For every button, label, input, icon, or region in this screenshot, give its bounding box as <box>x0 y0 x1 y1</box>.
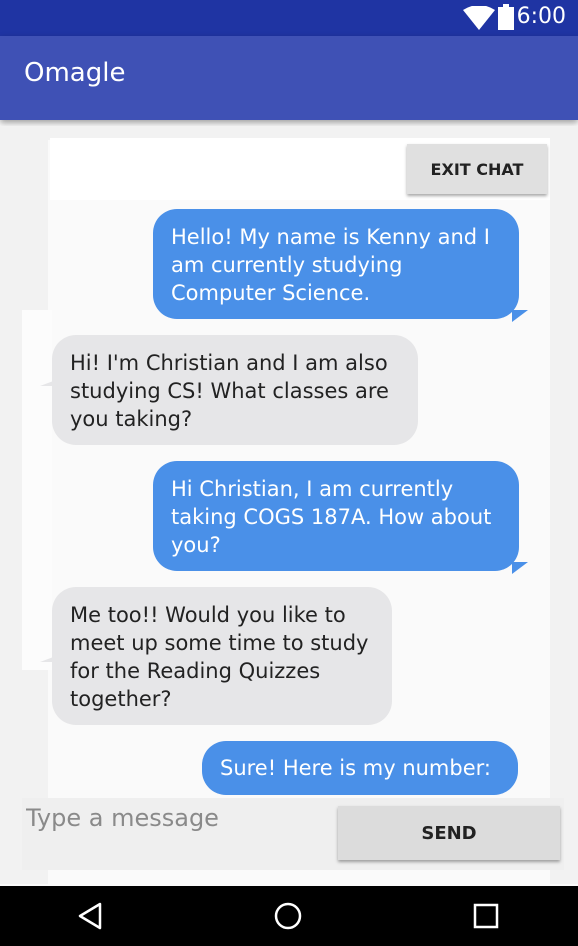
home-circle-icon <box>274 902 302 930</box>
back-triangle-icon <box>78 902 102 930</box>
bubble-tail <box>512 310 528 322</box>
message-line: Hi Christian, I am currently <box>171 477 454 501</box>
message-line: for the Reading Quizzes <box>70 659 321 683</box>
recents-button[interactable] <box>456 886 516 946</box>
app-title: Omagle <box>24 58 126 88</box>
message-line: meet up some time to study <box>70 631 369 655</box>
message-line: you taking? <box>70 407 193 431</box>
message-bubble-received: Me too!! Would you like to meet up some … <box>52 587 392 725</box>
message-line: together? <box>70 687 172 711</box>
navigation-bar <box>0 886 578 946</box>
status-bar: 6:00 <box>0 0 578 36</box>
message-bubble-received: Hi! I'm Christian and I am also studying… <box>52 335 418 445</box>
bubble-tail <box>512 562 528 574</box>
exit-chat-button[interactable]: EXIT CHAT <box>407 144 547 194</box>
home-button[interactable] <box>258 886 318 946</box>
message-line: taking COGS 187A. How about <box>171 505 492 529</box>
message-bubble-sent: Hello! My name is Kenny and I am current… <box>153 209 519 319</box>
message-line: studying CS! What classes are <box>70 379 389 403</box>
message-line: Hi! I'm Christian and I am also <box>70 351 388 375</box>
message-bubble-sent: Sure! Here is my number: <box>202 741 518 795</box>
message-line: you? <box>171 533 221 557</box>
message-line: Computer Science. <box>171 281 371 305</box>
bubble-tail <box>40 656 56 662</box>
recents-square-icon <box>473 903 499 929</box>
message-line: am currently studying <box>171 253 403 277</box>
wifi-icon <box>463 6 495 30</box>
message-line: Me too!! Would you like to <box>70 603 346 627</box>
battery-icon <box>498 4 514 30</box>
back-button[interactable] <box>60 886 120 946</box>
chat-panel-edge <box>22 310 52 670</box>
message-line: Hello! My name is Kenny and I <box>171 225 490 249</box>
status-time: 6:00 <box>516 4 566 29</box>
message-line: Sure! Here is my number: <box>220 756 491 780</box>
message-input[interactable] <box>26 798 326 838</box>
message-bubble-sent: Hi Christian, I am currently taking COGS… <box>153 461 519 571</box>
app-bar: Omagle <box>0 36 578 120</box>
send-button[interactable]: SEND <box>338 806 560 860</box>
bubble-tail <box>40 380 56 386</box>
